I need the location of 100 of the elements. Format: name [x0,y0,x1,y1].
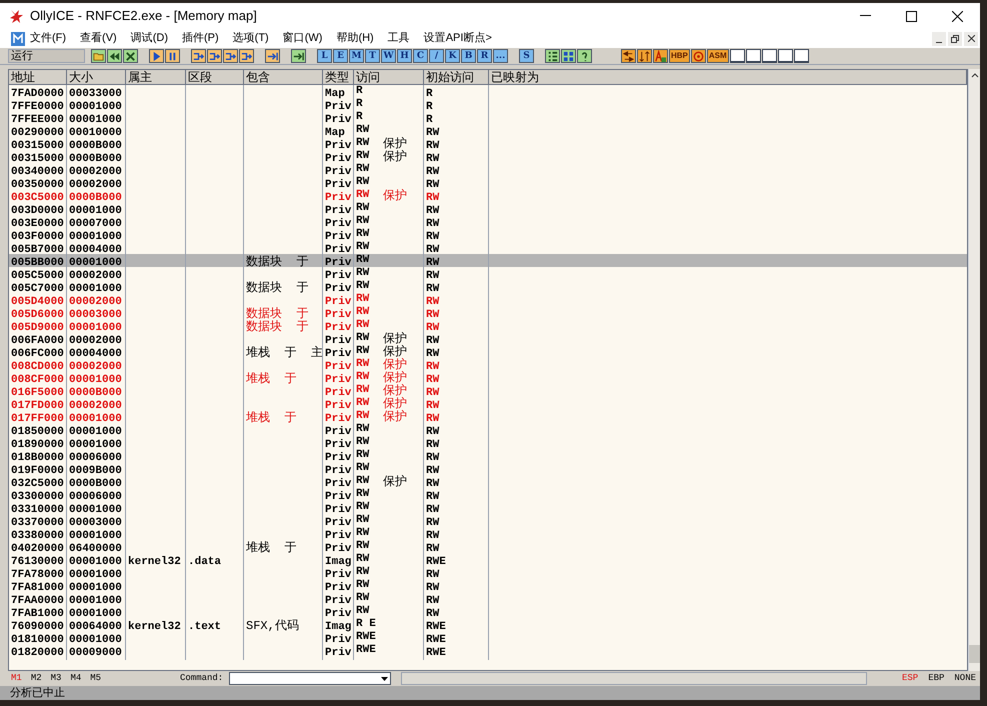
table-row[interactable]: 003F0000 00001000 Priv RW RW [9,228,967,241]
table-row[interactable]: 008CF000 00001000 堆栈 于 Priv RW 保护 RW [9,371,967,384]
table-row[interactable]: 03300000 00006000 Priv RW RW [9,488,967,501]
menu-item[interactable]: 插件(P) [182,30,219,47]
toolbar-button[interactable] [746,49,761,63]
table-row[interactable]: 006FC000 00004000 堆栈 于 主 Priv RW 保护 RW [9,345,967,358]
toolbar-button[interactable] [191,49,206,63]
table-row[interactable]: 7FAA0000 00001000 Priv RW RW [9,592,967,605]
column-header[interactable]: 属主 [126,70,186,84]
table-row[interactable]: 00290000 00010000 Map RW RW [9,124,967,137]
register-tab[interactable]: NONE [954,672,976,686]
table-row[interactable]: 00340000 00002000 Priv RW RW [9,163,967,176]
table-row[interactable]: 01820000 00009000 Priv RWE RWE [9,644,967,657]
table-row[interactable]: 006FA000 00002000 Priv RW 保护 RW [9,332,967,345]
table-row[interactable]: 01810000 00001000 Priv RWE RWE [9,631,967,644]
table-row[interactable]: 00350000 00002000 Priv RW RW [9,176,967,189]
toolbar-button[interactable] [762,49,777,63]
toolbar-button[interactable]: HBP [669,49,690,63]
toolbar-button[interactable] [545,49,560,63]
menu-item[interactable]: 帮助(H) [336,30,374,47]
table-row[interactable]: 7FAD0000 00033000 Map R R [9,85,967,98]
column-header[interactable]: 区段 [186,70,244,84]
table-row[interactable]: 00315000 0000B000 Priv RW 保护 RW [9,137,967,150]
table-row[interactable]: 76130000 00001000 kernel32 .data Imag RW RWE [9,553,967,566]
table-row[interactable]: 7FAB1000 00001000 Priv RW RW [9,605,967,618]
toolbar-button[interactable]: ASM [706,49,729,63]
mdi-restore-button[interactable] [948,32,962,46]
table-row[interactable]: 032C5000 0000B000 Priv RW 保护 RW [9,475,967,488]
window-button[interactable]: E [333,49,348,63]
table-row[interactable]: 003E0000 00007000 Priv RW RW [9,215,967,228]
toolbar-button[interactable] [794,49,809,63]
table-row[interactable]: 005BB000 00001000 数据块 于 Priv RW RW [9,254,967,267]
window-button[interactable]: / [429,49,444,63]
scroll-thumb[interactable] [969,645,980,663]
table-row[interactable]: 04020000 06400000 堆栈 于 Priv RW RW [9,540,967,553]
window-button[interactable]: W [381,49,396,63]
window-button[interactable]: ... [493,49,508,63]
table-row[interactable]: 005D6000 00003000 数据块 于 Priv RW RW [9,306,967,319]
toolbar-button[interactable] [165,49,180,63]
table-row[interactable]: 03370000 00003000 Priv RW RW [9,514,967,527]
memory-slot-tab[interactable]: M3 [50,672,62,686]
window-button[interactable]: L [317,49,332,63]
table-row[interactable]: 03380000 00001000 Priv RW RW [9,527,967,540]
toolbar-button[interactable] [730,49,745,63]
register-tab[interactable]: EBP [928,672,944,686]
table-row[interactable]: 005C5000 00002000 Priv RW RW [9,267,967,280]
toolbar-button[interactable] [207,49,222,63]
table-row[interactable]: 017FF000 00001000 堆栈 于 Priv RW 保护 RW [9,410,967,423]
toolbar-button[interactable] [637,49,652,63]
toolbar-button[interactable] [690,49,706,63]
table-row[interactable]: 017FD000 00002000 Priv RW 保护 RW [9,397,967,410]
toolbar-button[interactable] [778,49,793,63]
table-row[interactable]: 005D9000 00001000 数据块 于 Priv RW RW [9,319,967,332]
toolbar-button[interactable] [91,49,106,63]
menu-item[interactable]: 设置API断点> [424,30,492,47]
table-row[interactable]: 01850000 00001000 Priv RW RW [9,423,967,436]
toolbar-button[interactable] [149,49,164,63]
window-button[interactable]: B [461,49,476,63]
table-row[interactable]: 003D0000 00001000 Priv RW RW [9,202,967,215]
table-row[interactable]: 005C7000 00001000 数据块 于 Priv RW RW [9,280,967,293]
mdi-close-button[interactable] [964,32,978,46]
table-row[interactable]: 018B0000 00006000 Priv RW RW [9,449,967,462]
table-row[interactable]: 019F0000 0009B000 Priv RW RW [9,462,967,475]
table-row[interactable]: 7FFEE000 00001000 Priv R R [9,111,967,124]
menu-item[interactable]: 查看(V) [80,30,117,47]
toolbar-button[interactable] [107,49,122,63]
toolbar-button[interactable] [621,49,636,63]
table-row[interactable]: 7FFE0000 00001000 Priv R R [9,98,967,111]
toolbar-button[interactable] [291,49,306,63]
column-header[interactable]: 类型 [323,70,354,84]
toolbar-button[interactable] [577,49,592,63]
window-button[interactable]: R [477,49,492,63]
column-header[interactable]: 地址 [9,70,67,84]
toolbar-button[interactable] [265,49,280,63]
menu-item[interactable]: 文件(F) [30,30,66,47]
menu-item[interactable]: 调试(D) [130,30,168,47]
table-row[interactable]: 00315000 0000B000 Priv RW 保护 RW [9,150,967,163]
column-header[interactable]: 访问 [354,70,424,84]
window-button[interactable]: M [349,49,364,63]
table-row[interactable]: 003C5000 0000B000 Priv RW 保护 RW [9,189,967,202]
column-header[interactable]: 已映射为 [489,70,967,84]
toolbar-button[interactable] [561,49,576,63]
memory-slot-tab[interactable]: M2 [30,672,42,686]
table-row[interactable]: 008CD000 00002000 Priv RW 保护 RW [9,358,967,371]
menu-item[interactable]: 选项(T) [232,30,269,47]
table-row[interactable]: 01890000 00001000 Priv RW RW [9,436,967,449]
window-button[interactable]: H [397,49,412,63]
toolbar-button[interactable] [223,49,238,63]
menu-item[interactable]: 窗口(W) [282,30,322,47]
mdi-minimize-button[interactable] [932,32,946,46]
command-field[interactable] [229,672,392,685]
column-header[interactable]: 大小 [67,70,126,84]
window-button[interactable]: S [519,49,534,63]
window-button[interactable]: T [365,49,380,63]
table-row[interactable]: 016F5000 0000B000 Priv RW 保护 RW [9,384,967,397]
column-header[interactable]: 包含 [244,70,323,84]
scrollbar[interactable] [968,69,980,671]
menu-item[interactable]: 工具 [388,30,410,47]
memory-slot-tab[interactable]: M5 [90,672,102,686]
toolbar-button[interactable] [239,49,254,63]
